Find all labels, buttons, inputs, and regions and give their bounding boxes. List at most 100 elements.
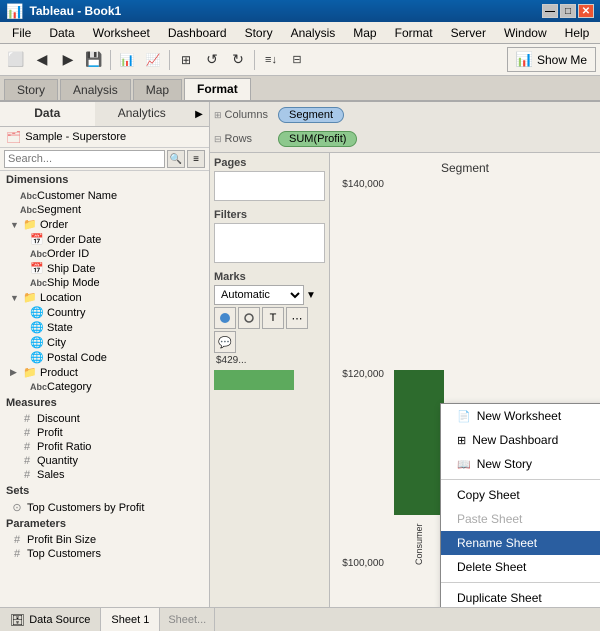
sheet2-label: Sheet... <box>168 614 206 626</box>
menu-bar: File Data Worksheet Dashboard Story Anal… <box>0 22 600 44</box>
sheet1-tab[interactable]: Sheet 1 <box>101 608 160 631</box>
measures-header: Measures <box>0 394 209 412</box>
db-icon: 🗄 <box>10 613 25 627</box>
app-icon: 📊 <box>6 3 23 20</box>
list-item[interactable]: 🌐 City <box>0 335 209 350</box>
tab-analysis[interactable]: Analysis <box>60 79 131 100</box>
list-item[interactable]: Abc Order ID <box>0 247 209 261</box>
list-item[interactable]: # Quantity <box>0 454 209 468</box>
ctx-paste-sheet: Paste Sheet <box>441 507 600 531</box>
list-item-product[interactable]: ▶ 📁 Product <box>0 365 209 380</box>
bottom-bar: 🗄 Data Source Sheet 1 Sheet... <box>0 607 600 631</box>
label-btn[interactable]: T <box>262 307 284 329</box>
color-preview <box>214 370 294 390</box>
close-button[interactable]: ✕ <box>578 4 594 18</box>
menu-dashboard[interactable]: Dashboard <box>160 24 235 42</box>
back-button[interactable]: ◀ <box>30 48 54 72</box>
menu-worksheet[interactable]: Worksheet <box>85 24 158 42</box>
menu-file[interactable]: File <box>4 24 39 42</box>
ctx-new-story[interactable]: 📖New Story <box>441 452 600 476</box>
list-item-order[interactable]: ▼ 📁 Order <box>0 217 209 232</box>
list-item[interactable]: Abc Segment <box>0 203 209 217</box>
tab-format[interactable]: Format <box>184 78 251 100</box>
list-item[interactable]: 📅 Order Date <box>0 232 209 247</box>
bar-group-consumer[interactable]: Consumer <box>394 370 444 569</box>
show-me-button[interactable]: 📊 Show Me <box>507 47 596 72</box>
tab-story[interactable]: Story <box>4 79 58 100</box>
data-btn[interactable]: ⊞ <box>174 48 198 72</box>
menu-data[interactable]: Data <box>41 24 82 42</box>
ctx-rename-sheet[interactable]: Rename Sheet <box>441 531 600 555</box>
parameters-header: Parameters <box>0 515 209 533</box>
search-input[interactable] <box>4 150 165 168</box>
list-item[interactable]: Abc Category <box>0 380 209 394</box>
menu-help[interactable]: Help <box>557 24 598 42</box>
ctx-duplicate-sheet[interactable]: Duplicate Sheet <box>441 586 600 607</box>
sets-header: Sets <box>0 482 209 500</box>
y-label: $100,000 <box>342 558 384 569</box>
menu-story[interactable]: Story <box>237 24 281 42</box>
marks-type-select[interactable]: Automatic Bar Line Circle <box>214 285 304 305</box>
list-item[interactable]: 🌐 Postal Code <box>0 350 209 365</box>
panel-tab-arrow[interactable]: ▶ <box>189 102 209 126</box>
forward-button[interactable]: ▶ <box>56 48 80 72</box>
menu-format[interactable]: Format <box>387 24 441 42</box>
list-item[interactable]: 📅 Ship Date <box>0 261 209 276</box>
panel-tab-analytics[interactable]: Analytics <box>95 102 190 126</box>
toolbar-separator-3 <box>254 50 255 70</box>
size-btn[interactable] <box>238 307 260 329</box>
data-source-tab[interactable]: 🗄 Data Source <box>0 608 101 631</box>
maximize-button[interactable]: □ <box>560 4 576 18</box>
sort-btn[interactable]: ≡↓ <box>259 48 283 72</box>
rows-pill[interactable]: SUM(Profit) <box>278 131 357 147</box>
columns-pill[interactable]: Segment <box>278 107 344 123</box>
chart-btn[interactable]: 📊 <box>115 48 139 72</box>
ctx-copy-sheet[interactable]: Copy Sheet <box>441 483 600 507</box>
detail-btn[interactable]: ⋯ <box>286 307 308 329</box>
bar-consumer[interactable] <box>394 370 444 515</box>
tab-map[interactable]: Map <box>133 79 182 100</box>
globe-icon: 🌐 <box>30 306 44 319</box>
list-item[interactable]: # Profit Bin Size <box>0 533 209 547</box>
ctx-delete-sheet[interactable]: Delete Sheet <box>441 555 600 579</box>
list-item-location[interactable]: ▼ 📁 Location <box>0 290 209 305</box>
toolbar-separator-2 <box>169 50 170 70</box>
menu-analysis[interactable]: Analysis <box>283 24 344 42</box>
list-item[interactable]: Abc Customer Name <box>0 189 209 203</box>
panel-tabs: Data Analytics ▶ <box>0 102 209 127</box>
color-btn[interactable] <box>214 307 236 329</box>
abc-icon: Abc <box>20 205 34 215</box>
refresh2-btn[interactable]: ↻ <box>226 48 250 72</box>
panel-tab-data[interactable]: Data <box>0 102 95 126</box>
sort2-btn[interactable]: ⊟ <box>285 48 309 72</box>
ctx-new-worksheet[interactable]: 📄New Worksheet <box>441 404 600 428</box>
list-item[interactable]: 🌐 Country <box>0 305 209 320</box>
hash-icon: # <box>20 427 34 439</box>
search-button[interactable]: 🔍 <box>167 150 185 168</box>
list-item[interactable]: # Profit Ratio <box>0 440 209 454</box>
list-item[interactable]: 🌐 State <box>0 320 209 335</box>
list-item[interactable]: # Sales <box>0 468 209 482</box>
list-item[interactable]: Abc Ship Mode <box>0 276 209 290</box>
new-button[interactable]: ⬜ <box>4 48 28 72</box>
toolbar: ⬜ ◀ ▶ 💾 📊 📈 ⊞ ↺ ↻ ≡↓ ⊟ 📊 Show Me <box>0 44 600 76</box>
filter-button[interactable]: ≡ <box>187 150 205 168</box>
list-item[interactable]: # Profit <box>0 426 209 440</box>
calendar-icon: 📅 <box>30 262 44 275</box>
list-item[interactable]: ⊙ Top Customers by Profit <box>0 500 209 515</box>
list-item[interactable]: # Top Customers <box>0 547 209 561</box>
chart2-btn[interactable]: 📈 <box>141 48 165 72</box>
minimize-button[interactable]: — <box>542 4 558 18</box>
ctx-sep-1 <box>441 479 600 480</box>
menu-map[interactable]: Map <box>345 24 384 42</box>
refresh-btn[interactable]: ↺ <box>200 48 224 72</box>
ctx-new-dashboard[interactable]: ⊞New Dashboard <box>441 428 600 452</box>
sheet2-tab[interactable]: Sheet... <box>160 608 215 631</box>
list-item[interactable]: # Discount <box>0 412 209 426</box>
save-button[interactable]: 💾 <box>82 48 106 72</box>
ctx-sep-2 <box>441 582 600 583</box>
menu-server[interactable]: Server <box>443 24 494 42</box>
tooltip-btn[interactable]: 💬 <box>214 331 236 353</box>
dimensions-header: Dimensions <box>0 171 209 189</box>
menu-window[interactable]: Window <box>496 24 555 42</box>
